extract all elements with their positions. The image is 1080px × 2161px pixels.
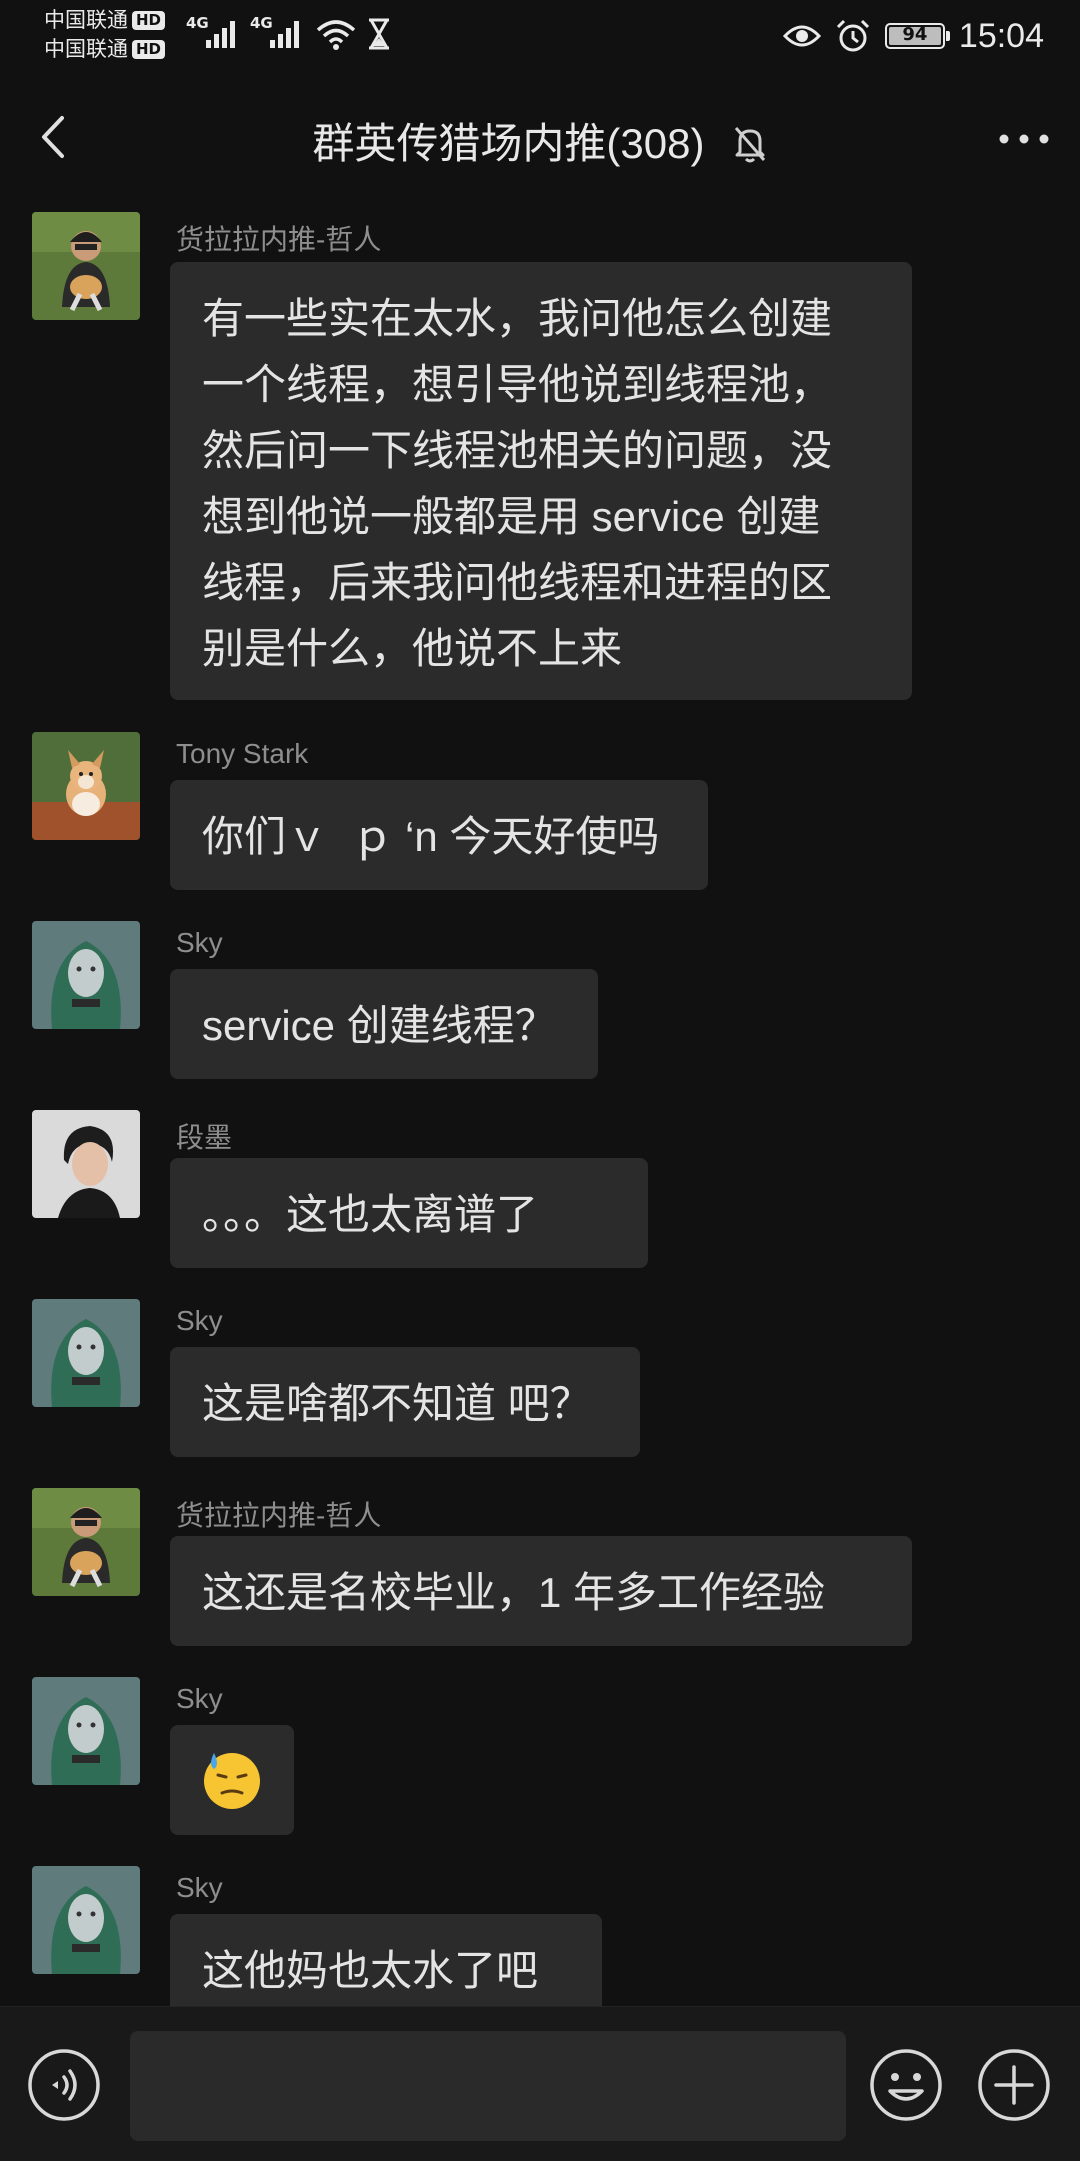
message-line: 想到他说一般都是用 service 创建 xyxy=(202,493,821,540)
carrier-1: 中国联通 xyxy=(44,8,128,32)
bell-off-icon xyxy=(734,127,765,163)
carrier-2: 中国联通 xyxy=(44,37,128,61)
avatar-green-hair[interactable] xyxy=(32,1299,140,1407)
message-line: 线程，后来我问他线程和进程的区 xyxy=(202,559,833,606)
chat-header: 群英传猎场内推(308) xyxy=(0,72,1080,204)
wifi-icon xyxy=(316,20,356,50)
avatar-green-hair[interactable] xyxy=(32,921,140,1029)
avatar-person-grass[interactable] xyxy=(32,212,140,320)
chat-title[interactable]: 群英传猎场内推(308) xyxy=(312,120,704,167)
sender-name: 段墨 xyxy=(176,1122,233,1153)
message-bubble[interactable]: 这是啥都不知道 吧？ xyxy=(170,1347,640,1457)
message-line: 一个线程，想引导他说到线程池， xyxy=(202,361,833,408)
input-bar xyxy=(0,2006,1080,2161)
title-wrap: 群英传猎场内推(308) xyxy=(0,110,1080,171)
message-line: 这是啥都不知道 吧？ xyxy=(202,1380,592,1427)
sender-name: Sky xyxy=(176,1305,223,1336)
eye-icon xyxy=(782,25,821,47)
carrier-info: 中国联通 HD 中国联通 HD xyxy=(44,6,166,64)
sender-name: Sky xyxy=(176,1872,223,1903)
message-line: 有一些实在太水，我问他怎么创建 xyxy=(202,295,833,342)
sender-name: 货拉拉内推-哲人 xyxy=(176,1500,382,1531)
message-input[interactable] xyxy=(130,2031,846,2141)
sender-name: 货拉拉内推-哲人 xyxy=(176,224,382,255)
sender-name: Sky xyxy=(176,1683,223,1714)
message-bubble[interactable]: 这还是名校毕业，1 年多工作经验 xyxy=(170,1536,912,1646)
message-bubble[interactable]: 。。。这也太离谱了 xyxy=(170,1158,648,1268)
clock: 15:04 xyxy=(958,16,1044,55)
hourglass-icon xyxy=(369,18,389,50)
message-line: 你们ｖ ｐ ‘n 今天好使吗 xyxy=(202,813,660,860)
sender-name: Sky xyxy=(176,927,223,958)
smile-icon[interactable] xyxy=(868,2047,944,2123)
status-bar: 中国联通 HD 中国联通 HD 4G 4G 94 15:04 xyxy=(0,0,1080,72)
avatar-portrait-gray[interactable] xyxy=(32,1110,140,1218)
message-bubble[interactable]: 你们ｖ ｐ ‘n 今天好使吗 xyxy=(170,780,708,890)
sweat-emoji xyxy=(204,1753,260,1809)
plus-icon[interactable] xyxy=(976,2047,1052,2123)
message-bubble[interactable] xyxy=(170,1725,294,1835)
message-bubble[interactable]: 有一些实在太水，我问他怎么创建 一个线程，想引导他说到线程池， 然后问一下线程池… xyxy=(170,262,912,700)
battery-icon: 94 xyxy=(884,23,950,49)
alarm-icon xyxy=(836,19,869,52)
message-line: 然后问一下线程池相关的问题，没 xyxy=(202,427,833,474)
message-line: 这还是名校毕业，1 年多工作经验 xyxy=(202,1569,826,1616)
message-line: service 创建线程？ xyxy=(202,1002,557,1049)
avatar-green-hair[interactable] xyxy=(32,1866,140,1974)
avatar-green-hair[interactable] xyxy=(32,1677,140,1785)
message-line: 别是什么，他说不上来 xyxy=(202,625,623,672)
message-line: 这他妈也太水了吧 xyxy=(202,1947,539,1994)
voice-icon[interactable] xyxy=(26,2047,102,2123)
more-dots-icon[interactable] xyxy=(994,114,1054,164)
status-right: 94 15:04 xyxy=(782,14,1044,58)
message-bubble[interactable]: service 创建线程？ xyxy=(170,969,598,1079)
hd-badge: HD xyxy=(132,11,166,30)
sender-name: Tony Stark xyxy=(176,738,309,769)
hd-badge: HD xyxy=(132,40,166,59)
avatar-person-grass[interactable] xyxy=(32,1488,140,1596)
message-line: 。。。这也太离谱了 xyxy=(202,1191,539,1238)
avatar-corgi[interactable] xyxy=(32,732,140,840)
